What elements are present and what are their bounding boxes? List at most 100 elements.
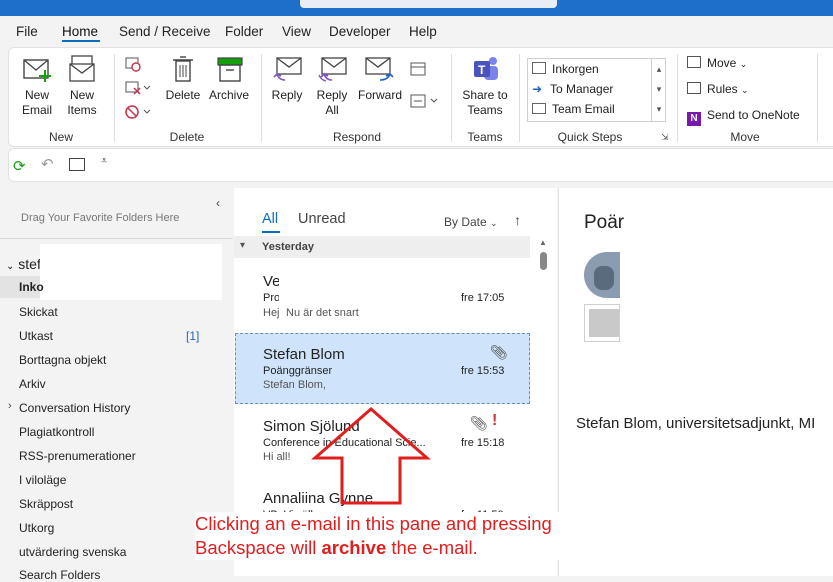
filter-all[interactable]: All (262, 211, 278, 227)
scroll-up-icon[interactable]: ▲ (539, 238, 547, 247)
quick-step-team-email[interactable]: Team Email (532, 102, 615, 116)
gallery-scroll[interactable]: ▴ ▾ ▾ (651, 59, 666, 121)
forward-label: Forward (357, 88, 402, 102)
forward-button[interactable]: Forward (355, 54, 405, 103)
divider (0, 238, 233, 239)
onenote-icon: N (687, 112, 701, 126)
more-respond-icon[interactable] (409, 92, 441, 113)
rules-label: Rules (707, 82, 738, 96)
share-to-teams-button[interactable]: T Share to Teams (459, 54, 511, 118)
move-label: Move (707, 56, 737, 70)
quick-access-toolbar: ⟳ ↶ ⩡ (8, 148, 833, 182)
chevron-right-icon[interactable]: › (8, 400, 12, 412)
collapse-pane-icon[interactable]: ‹ (216, 196, 220, 210)
message-sender: Ve (263, 273, 281, 290)
undo-icon[interactable]: ↶ (41, 155, 54, 173)
folder-snoozed[interactable]: I viloläge (19, 473, 66, 487)
message-time: fre 15:53 (461, 365, 505, 377)
reply-all-button[interactable]: Reply All (311, 54, 353, 118)
respond-group-label: Respond (332, 130, 382, 144)
search-box[interactable] (300, 0, 557, 8)
annotation-arrow-icon (311, 407, 431, 505)
rules-icon (687, 82, 701, 94)
chevron-up-icon[interactable]: ▴ (652, 59, 666, 79)
filter-unread[interactable]: Unread (298, 211, 346, 227)
move-button[interactable]: Move ⌄ (687, 56, 747, 70)
tab-help[interactable]: Help (409, 24, 437, 39)
tab-file[interactable]: File (16, 24, 38, 39)
folder-search-folders[interactable]: Search Folders (19, 568, 100, 582)
ignore-icon[interactable] (124, 56, 142, 75)
folder-outbox[interactable]: Utkorg (19, 521, 54, 535)
sync-icon[interactable]: ⟳ (13, 157, 26, 175)
cleanup-icon[interactable] (124, 80, 152, 99)
sort-by-date[interactable]: By Date ⌄ (444, 215, 498, 229)
group-header[interactable]: ▾ Yesterday (234, 236, 530, 258)
group-header-label: Yesterday (262, 241, 314, 253)
more-icon[interactable]: ▾ (652, 99, 666, 119)
new-email-button[interactable]: New Email (17, 54, 57, 118)
redacted-area (40, 244, 222, 300)
folder-inbox[interactable]: Inko (19, 280, 44, 294)
quick-step-inkorgen[interactable]: Inkorgen (532, 62, 599, 76)
folder-deleted[interactable]: Borttagna objekt (19, 353, 106, 367)
avatar[interactable] (584, 252, 620, 298)
folder-junk[interactable]: Skräppost (19, 497, 73, 511)
message-time: fre 17:05 (461, 292, 505, 304)
rules-button[interactable]: Rules ⌄ (687, 82, 749, 96)
delete-button[interactable]: Delete (163, 54, 203, 103)
message-preview: Stefan Blom, (263, 379, 326, 391)
folder-sent[interactable]: Skickat (19, 305, 58, 319)
send-to-onenote-label: Send to OneNote (707, 108, 800, 122)
chevron-down-icon: ▾ (240, 240, 246, 251)
new-items-button[interactable]: New Items (61, 54, 103, 118)
dialog-launcher-icon[interactable]: ⇲ (661, 132, 669, 143)
folder-drafts[interactable]: Utkast (19, 329, 53, 343)
scrollbar-thumb[interactable] (540, 252, 547, 270)
active-tab-indicator (62, 40, 100, 42)
folder-conversation-history[interactable]: Conversation History (19, 401, 130, 415)
tab-folder[interactable]: Folder (225, 24, 263, 39)
chevron-down-icon: ⌄ (490, 218, 498, 228)
attachment-thumbnail[interactable] (584, 304, 620, 342)
annotation-text: Clicking an e-mail in this pane and pres… (195, 512, 615, 560)
folder-archive[interactable]: Arkiv (19, 377, 46, 391)
reading-signature: Stefan Blom, universitetsadjunkt, MI (576, 415, 816, 432)
folder-utvardering[interactable]: utvärdering svenska (19, 545, 126, 559)
folder-plagiatkontroll[interactable]: Plagiatkontroll (19, 425, 94, 439)
list-item-selected[interactable]: Stefan Blom 📎︎ Poänggränser fre 15:53 St… (235, 333, 530, 404)
junk-icon[interactable] (124, 104, 152, 123)
reading-subject: Poär (584, 212, 625, 233)
share-to-teams-label: Share to Teams (462, 88, 508, 117)
account-node[interactable]: ⌄ stef (6, 256, 41, 272)
customize-toolbar-icon[interactable]: ⩡ (101, 155, 107, 168)
quick-step-to-manager[interactable]: ➜ To Manager (532, 82, 613, 96)
ribbon-separator (817, 54, 818, 142)
move-group-label: Move (730, 130, 760, 144)
chevron-down-icon: ⌄ (741, 85, 749, 95)
list-item[interactable]: Ve Pro fre 17:05 Hej Nu är det snart Nu … (234, 260, 530, 330)
archive-button[interactable]: Archive (205, 54, 253, 103)
meeting-reply-icon[interactable] (409, 60, 429, 81)
new-group-label: New (48, 130, 73, 144)
tab-send-receive[interactable]: Send / Receive (119, 24, 211, 39)
message-subject: Poänggränser (263, 365, 333, 377)
paperclip-icon: 📎︎ (490, 344, 508, 360)
ribbon-separator (677, 54, 678, 142)
sort-direction-icon[interactable]: ↑ (514, 212, 521, 228)
title-bar (0, 0, 833, 16)
message-preview-tail: Nu är det snart (286, 307, 359, 319)
view-settings-icon[interactable] (69, 158, 85, 171)
quick-steps-group-label: Quick Steps (557, 130, 623, 144)
annotation-line-1: Clicking an e-mail in this pane and pres… (195, 513, 552, 534)
message-subject: Pro (263, 292, 281, 304)
trash-icon (173, 56, 193, 82)
tab-view[interactable]: View (282, 24, 311, 39)
reply-button[interactable]: Reply (267, 54, 307, 103)
archive-icon (217, 57, 243, 82)
tab-home[interactable]: Home (62, 24, 98, 39)
folder-rss[interactable]: RSS-prenumerationer (19, 449, 136, 463)
send-to-onenote-button[interactable]: N Send to OneNote (687, 108, 800, 126)
tab-developer[interactable]: Developer (329, 24, 391, 39)
chevron-down-icon[interactable]: ▾ (652, 79, 666, 99)
